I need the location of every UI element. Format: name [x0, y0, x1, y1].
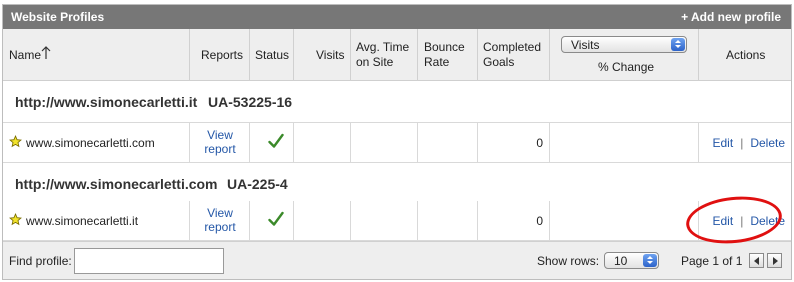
completed-goals-value: 0: [536, 214, 543, 228]
prev-page-icon[interactable]: [749, 253, 764, 268]
view-report-line1: View: [207, 206, 233, 220]
next-page-icon[interactable]: [767, 253, 782, 268]
show-rows-label: Show rows:: [537, 254, 600, 268]
avg-time-cell: [351, 123, 418, 163]
column-bounce-line1: Bounce: [424, 40, 465, 54]
account-ua-id: UA-53225-16: [208, 94, 293, 110]
view-report-line1: View: [207, 128, 233, 142]
completed-goals-value: 0: [536, 136, 543, 150]
column-goals-line2: Goals: [483, 55, 515, 69]
column-header-bounce-rate: Bounce Rate: [418, 29, 478, 81]
column-header-actions: Actions: [699, 29, 791, 81]
account-ua-id: UA-225-4: [227, 176, 288, 192]
column-header-name[interactable]: Name: [3, 29, 190, 81]
show-rows-select[interactable]: 10: [604, 252, 659, 269]
status-cell: [250, 201, 294, 241]
column-header-status: Status: [250, 29, 294, 81]
profile-name: www.simonecarletti.it: [26, 214, 139, 228]
panel-titlebar: Website Profiles + Add new profile: [3, 5, 791, 29]
find-profile-label: Find profile:: [9, 254, 72, 268]
column-bounce-line2: Rate: [424, 55, 450, 69]
account-url: http://www.simonecarletti.com: [15, 176, 218, 192]
delete-link[interactable]: Delete: [750, 136, 785, 150]
page-indicator: Page 1 of 1: [681, 254, 743, 268]
account-url: http://www.simonecarletti.it: [15, 94, 198, 110]
completed-goals-cell: 0: [478, 201, 550, 241]
column-header-avg-time: Avg. Time on Site: [351, 29, 418, 81]
show-rows-value: 10: [614, 254, 628, 268]
column-reports-label: Reports: [201, 48, 244, 62]
avg-time-cell: [351, 201, 418, 241]
change-cell: [550, 123, 699, 163]
star-icon[interactable]: [9, 135, 22, 148]
find-profile-input[interactable]: [74, 248, 224, 274]
visits-cell: [294, 201, 351, 241]
select-stepper-icon: [671, 38, 685, 51]
checkmark-icon: [268, 133, 284, 152]
profile-row: www.simonecarletti.it View report 0 Edit…: [3, 201, 791, 241]
edit-link[interactable]: Edit: [713, 136, 734, 150]
column-avg-time-line1: Avg. Time: [356, 40, 410, 54]
add-new-profile-link[interactable]: + Add new profile: [681, 10, 781, 24]
reports-cell: View report: [190, 201, 250, 241]
column-header-visits: Visits: [294, 29, 351, 81]
table-header: Name Reports Status Visits Avg. Time on …: [3, 29, 791, 81]
profile-name: www.simonecarletti.com: [26, 136, 155, 150]
profile-name-cell: www.simonecarletti.it: [3, 201, 190, 241]
bounce-rate-cell: [418, 123, 478, 163]
column-name-label: Name: [9, 48, 42, 62]
star-icon[interactable]: [9, 213, 22, 226]
action-separator: |: [740, 136, 744, 150]
account-group-header: http://www.simonecarletti.com UA-225-4: [3, 163, 791, 205]
completed-goals-cell: 0: [478, 123, 550, 163]
metric-select-value: Visits: [571, 38, 600, 52]
profile-name-cell: www.simonecarletti.com: [3, 123, 190, 163]
select-stepper-icon: [643, 254, 657, 267]
visits-cell: [294, 123, 351, 163]
column-change-label: % Change: [598, 60, 655, 74]
column-visits-label: Visits: [316, 48, 345, 62]
sort-arrow-up-icon[interactable]: [41, 46, 51, 63]
bounce-rate-cell: [418, 201, 478, 241]
checkmark-icon: [268, 211, 284, 230]
column-header-reports: Reports: [190, 29, 250, 81]
column-status-label: Status: [255, 48, 290, 62]
view-report-link[interactable]: View report: [190, 128, 250, 156]
column-actions-label: Actions: [726, 48, 766, 62]
view-report-line2: report: [204, 142, 236, 156]
column-header-change: Visits % Change: [550, 29, 699, 81]
table-footer: Find profile: Show rows: 10 Page 1 of 1: [3, 241, 791, 279]
account-group-header: http://www.simonecarletti.it UA-53225-16: [3, 81, 791, 123]
column-goals-line1: Completed: [483, 40, 542, 54]
metric-select[interactable]: Visits: [561, 36, 687, 53]
actions-cell: Edit | Delete: [699, 123, 791, 163]
profile-row: www.simonecarletti.com View report 0 Edi…: [3, 123, 791, 163]
website-profiles-panel: Website Profiles + Add new profile Name …: [2, 4, 792, 280]
panel-title: Website Profiles: [11, 10, 105, 24]
view-report-link[interactable]: View report: [190, 206, 250, 234]
change-cell: [550, 201, 699, 241]
column-header-completed-goals: Completed Goals: [478, 29, 550, 81]
reports-cell: View report: [190, 123, 250, 163]
view-report-line2: report: [204, 220, 236, 234]
status-cell: [250, 123, 294, 163]
column-avg-time-line2: on Site: [356, 55, 394, 69]
